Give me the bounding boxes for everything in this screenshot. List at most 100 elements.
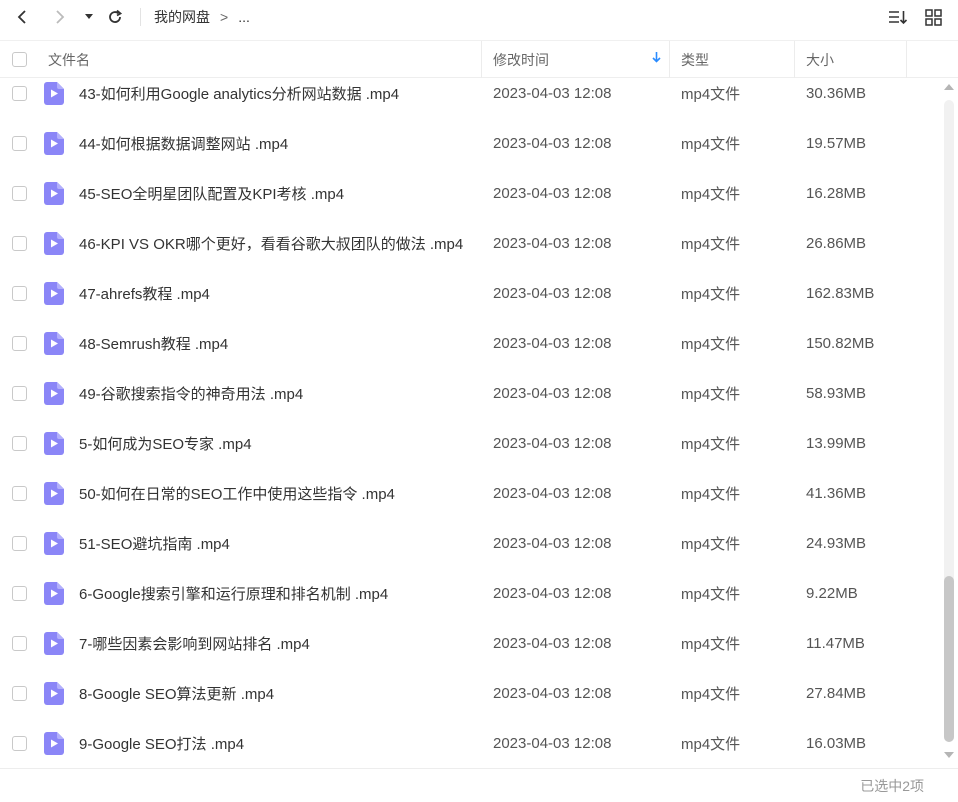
scroll-thumb[interactable] [944,576,954,742]
row-checkbox[interactable] [12,136,27,151]
refresh-button[interactable] [104,0,126,34]
file-mtime: 2023-04-03 12:08 [493,635,612,652]
column-header-mtime[interactable]: 修改时间 [482,41,670,78]
file-size: 162.83MB [806,285,875,302]
file-row[interactable]: 6-Google搜索引擎和运行原理和排名机制 .mp4 2023-04-03 12… [0,578,940,628]
file-row[interactable]: 44-如何根据数据调整网站 .mp4 2023-04-03 12:08 mp4文件 1… [0,128,940,178]
file-name: 9-Google SEO打法 .mp4 [79,736,245,753]
file-type: mp4文件 [681,536,741,553]
row-checkbox[interactable] [12,86,27,101]
chevron-left-icon [17,10,26,24]
row-checkbox[interactable] [12,636,27,651]
file-name: 5-如何成为SEO专家 .mp4 [79,436,252,453]
grid-view-button[interactable] [922,0,944,34]
video-file-icon [44,82,64,105]
grid-view-icon [924,8,942,26]
file-name: 47-ahrefs教程 .mp4 [79,286,210,303]
row-checkbox[interactable] [12,236,27,251]
video-file-icon [44,532,64,555]
file-row[interactable]: 9-Google SEO打法 .mp4 2023-04-03 12:08 mp4文件… [0,728,940,768]
column-header-name[interactable]: 文件名 [48,41,482,78]
video-file-icon [44,732,64,755]
file-row[interactable]: 7-哪些因素会影响到网站排名 .mp4 2023-04-03 12:08 mp4文件… [0,628,940,678]
file-row[interactable]: 48-Semrush教程 .mp4 2023-04-03 12:08 mp4文件 15… [0,328,940,378]
sort-button[interactable] [886,0,910,34]
chevron-right-icon [56,10,65,24]
row-checkbox[interactable] [12,586,27,601]
toolbar-divider [140,8,141,26]
file-row[interactable]: 5-如何成为SEO专家 .mp4 2023-04-03 12:08 mp4文件 13.… [0,428,940,478]
video-file-icon [44,232,64,255]
file-type: mp4文件 [681,686,741,703]
file-type: mp4文件 [681,236,741,253]
file-name: 51-SEO避坑指南 .mp4 [79,536,230,553]
file-row[interactable]: 8-Google SEO算法更新 .mp4 2023-04-03 12:08 mp4… [0,678,940,728]
file-type: mp4文件 [681,386,741,403]
file-name: 6-Google搜索引擎和运行原理和排名机制 .mp4 [79,586,389,603]
file-size: 27.84MB [806,685,867,702]
video-file-icon [44,132,64,155]
file-size: 16.28MB [806,185,867,202]
file-name: 49-谷歌搜索指令的神奇用法 .mp4 [79,386,304,403]
file-size: 58.93MB [806,385,867,402]
file-size: 41.36MB [806,485,867,502]
video-file-icon [44,332,64,355]
row-checkbox[interactable] [12,186,27,201]
row-checkbox[interactable] [12,336,27,351]
file-row[interactable]: 45-SEO全明星团队配置及KPI考核 .mp4 2023-04-03 12:08… [0,178,940,228]
column-header-type[interactable]: 类型 [670,41,795,78]
select-all-cell [12,41,30,78]
forward-button[interactable] [48,0,72,34]
file-mtime: 2023-04-03 12:08 [493,135,612,152]
scroll-down-arrow-icon[interactable] [944,752,954,758]
back-button[interactable] [10,0,34,34]
file-row[interactable]: 46-KPI VS OKR哪个更好，看看谷歌大叔团队的做法 .mp4 2023-0… [0,228,940,278]
file-name: 45-SEO全明星团队配置及KPI考核 .mp4 [79,186,345,203]
video-file-icon [44,682,64,705]
history-dropdown-button[interactable] [80,0,98,34]
file-mtime: 2023-04-03 12:08 [493,485,612,502]
file-row[interactable]: 47-ahrefs教程 .mp4 2023-04-03 12:08 mp4文件 162… [0,278,940,328]
row-checkbox[interactable] [12,686,27,701]
scrollbar[interactable] [940,78,958,768]
file-mtime: 2023-04-03 12:08 [493,385,612,402]
row-checkbox[interactable] [12,436,27,451]
column-header-size[interactable]: 大小 [795,41,907,78]
file-row[interactable]: 51-SEO避坑指南 .mp4 2023-04-03 12:08 mp4文件 24.9… [0,528,940,578]
refresh-icon [109,9,123,23]
scroll-up-arrow-icon[interactable] [944,84,954,90]
file-type: mp4文件 [681,436,741,453]
toolbar: 我的网盘 > ... [0,0,958,34]
video-file-icon [44,282,64,305]
select-all-checkbox[interactable] [12,52,27,67]
file-size: 16.03MB [806,735,867,752]
file-type: mp4文件 [681,136,741,153]
file-type: mp4文件 [681,336,741,353]
file-name: 7-哪些因素会影响到网站排名 .mp4 [79,636,310,653]
file-row[interactable]: 50-如何在日常的SEO工作中使用这些指令 .mp4 2023-04-03 12:… [0,478,940,528]
file-type: mp4文件 [681,186,741,203]
file-size: 24.93MB [806,535,867,552]
file-size: 19.57MB [806,135,867,152]
file-row[interactable]: 43-如何利用Google analytics分析网站数据 .mp4 2023-0… [0,78,940,128]
video-file-icon [44,632,64,655]
row-checkbox[interactable] [12,486,27,501]
sort-descending-icon [652,51,661,66]
video-file-icon [44,382,64,405]
file-size: 13.99MB [806,435,867,452]
file-mtime: 2023-04-03 12:08 [493,585,612,602]
file-row[interactable]: 49-谷歌搜索指令的神奇用法 .mp4 2023-04-03 12:08 mp4文件… [0,378,940,428]
file-type: mp4文件 [681,486,741,503]
row-checkbox[interactable] [12,386,27,401]
file-mtime: 2023-04-03 12:08 [493,535,612,552]
row-checkbox[interactable] [12,286,27,301]
status-bar: 已选中2项 [0,768,958,802]
video-file-icon [44,432,64,455]
file-type: mp4文件 [681,586,741,603]
file-size: 30.36MB [806,85,867,102]
breadcrumb-root[interactable]: 我的网盘 [154,7,210,27]
row-checkbox[interactable] [12,736,27,751]
row-checkbox[interactable] [12,536,27,551]
file-name: 46-KPI VS OKR哪个更好，看看谷歌大叔团队的做法 .mp4 [79,236,464,253]
breadcrumb-more[interactable]: ... [238,9,250,25]
